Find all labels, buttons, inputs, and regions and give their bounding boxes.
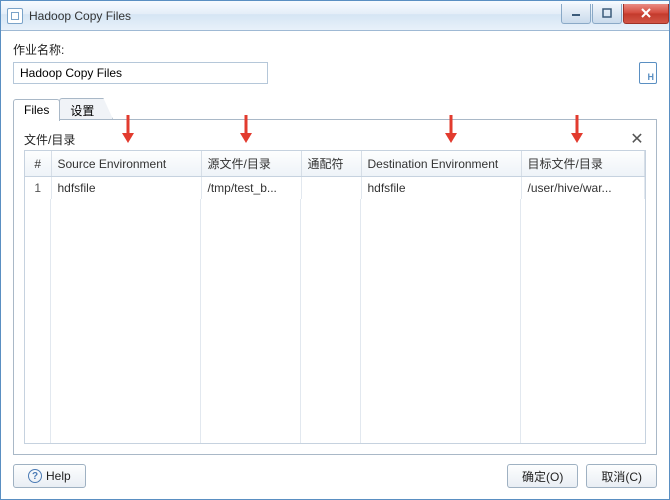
- files-section-title: 文件/目录: [24, 131, 75, 148]
- window-buttons: [560, 4, 669, 26]
- files-grid[interactable]: # Source Environment 源文件/目录 通配符 Destinat…: [24, 150, 646, 444]
- button-bar: ? Help 确定(O) 取消(C): [13, 455, 657, 491]
- cancel-button-label: 取消(C): [601, 468, 642, 485]
- tab-files-label: Files: [24, 103, 49, 117]
- cell-dest-env[interactable]: hdfsfile: [361, 177, 521, 200]
- cell-source-path[interactable]: /tmp/test_b...: [201, 177, 301, 200]
- help-button[interactable]: ? Help: [13, 464, 86, 488]
- job-name-input[interactable]: [13, 62, 268, 84]
- tab-files[interactable]: Files: [13, 99, 60, 121]
- clear-icon[interactable]: ✕: [628, 130, 646, 148]
- document-icon[interactable]: [639, 62, 657, 84]
- table-row[interactable]: 1 hdfsfile /tmp/test_b... hdfsfile /user…: [25, 177, 645, 200]
- col-dest-env[interactable]: Destination Environment: [361, 151, 521, 177]
- tab-frame: Files 设置 文件/目录: [13, 98, 657, 455]
- tab-strip: Files 设置: [13, 98, 657, 120]
- window-title: Hadoop Copy Files: [29, 9, 560, 23]
- ok-button-label: 确定(O): [522, 468, 563, 485]
- cell-wildcard[interactable]: [301, 177, 361, 200]
- maximize-button[interactable]: [592, 4, 622, 24]
- cell-num[interactable]: 1: [25, 177, 51, 200]
- dialog-window: Hadoop Copy Files 作业名称: Files 设置: [0, 0, 670, 500]
- tab-settings-label: 设置: [70, 104, 94, 118]
- col-wildcard[interactable]: 通配符: [301, 151, 361, 177]
- cell-source-env[interactable]: hdfsfile: [51, 177, 201, 200]
- close-button[interactable]: [623, 4, 669, 24]
- help-button-label: Help: [46, 469, 71, 483]
- tab-settings[interactable]: 设置: [59, 98, 113, 120]
- cancel-button[interactable]: 取消(C): [586, 464, 657, 488]
- col-dest-path[interactable]: 目标文件/目录: [521, 151, 645, 177]
- titlebar[interactable]: Hadoop Copy Files: [1, 1, 669, 31]
- col-source-env[interactable]: Source Environment: [51, 151, 201, 177]
- grid-empty-area[interactable]: [25, 199, 645, 444]
- client-area: 作业名称: Files 设置: [1, 31, 669, 499]
- minimize-button[interactable]: [561, 4, 591, 24]
- grid-header-row: # Source Environment 源文件/目录 通配符 Destinat…: [25, 151, 645, 177]
- col-num[interactable]: #: [25, 151, 51, 177]
- col-source-path[interactable]: 源文件/目录: [201, 151, 301, 177]
- ok-button[interactable]: 确定(O): [507, 464, 578, 488]
- cell-dest-path[interactable]: /user/hive/war...: [521, 177, 645, 200]
- help-icon: ?: [28, 469, 42, 483]
- job-name-label: 作业名称:: [13, 41, 657, 58]
- tab-body-files: 文件/目录 ✕: [13, 120, 657, 455]
- app-icon: [7, 8, 23, 24]
